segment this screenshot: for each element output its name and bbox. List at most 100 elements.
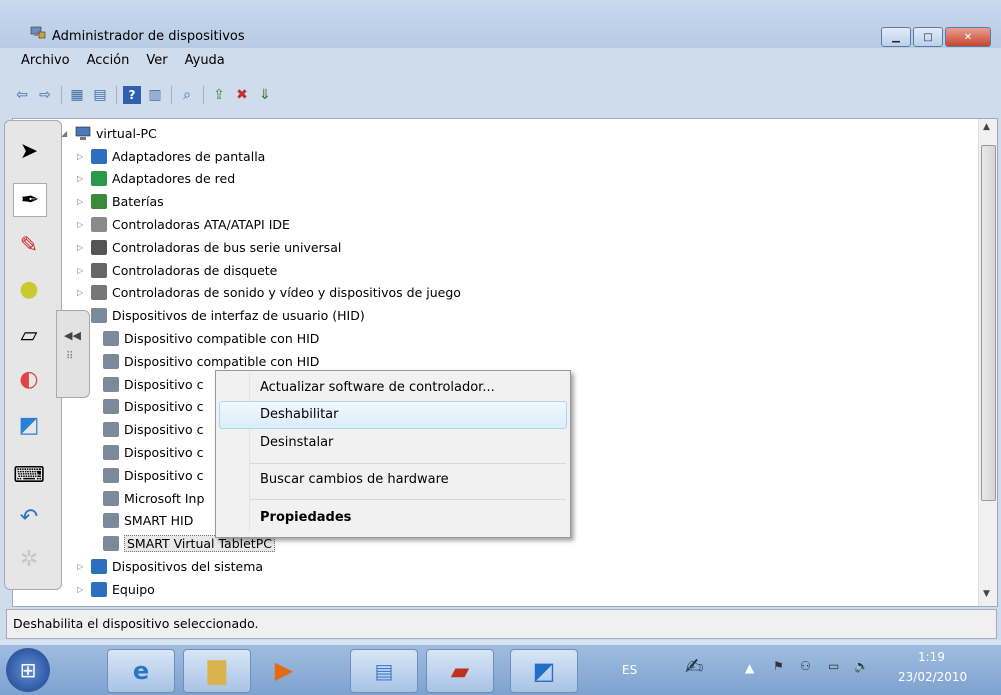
clock-time[interactable]: 1:19 — [918, 650, 945, 664]
menu-accion[interactable]: Acción — [87, 53, 130, 68]
tree-category[interactable]: ▷ Baterías — [77, 191, 164, 213]
tree-category[interactable]: ▷ Adaptadores de red — [77, 168, 235, 190]
tree-device[interactable]: Dispositivo c — [103, 396, 203, 418]
expand-arrow-icon[interactable]: ▷ — [77, 174, 87, 183]
drag-handle-icon[interactable]: ⠿ — [66, 351, 73, 362]
menu-properties[interactable]: Propiedades — [260, 510, 351, 525]
speaker-icon — [91, 285, 107, 301]
expand-arrow-icon[interactable]: ▷ — [77, 585, 87, 594]
tree-item-label: Dispositivo c — [124, 376, 204, 392]
language-indicator[interactable]: ES — [622, 663, 637, 677]
update-driver-icon[interactable]: ⇪ — [210, 86, 228, 104]
disable-device-icon[interactable]: ✖ — [233, 86, 251, 104]
menu-ver[interactable]: Ver — [146, 53, 167, 68]
device-manager-taskbar-icon[interactable]: ▰ — [426, 649, 494, 693]
expand-arrow-icon[interactable]: ▷ — [77, 152, 87, 161]
tree-category[interactable]: ▷ Equipo — [77, 578, 155, 600]
collapse-arrow-icon[interactable]: ◢ — [61, 129, 71, 138]
hid-icon — [103, 422, 119, 438]
maximize-button[interactable]: □ — [913, 27, 943, 47]
help-icon[interactable]: ? — [123, 86, 141, 104]
vertical-scrollbar[interactable]: ▲ ▼ — [978, 119, 997, 606]
show-hide-action-pane-icon[interactable]: ▥ — [146, 86, 164, 104]
tree-category[interactable]: ▷ Controladoras de disquete — [77, 259, 277, 281]
menu-ayuda[interactable]: Ayuda — [185, 53, 225, 68]
power-icon[interactable]: ▭ — [828, 659, 839, 673]
hid-icon — [103, 444, 119, 460]
tree-item-label: Dispositivos de interfaz de usuario (HID… — [112, 308, 365, 324]
expand-arrow-icon[interactable]: ▷ — [77, 197, 87, 206]
menu-uninstall[interactable]: Desinstalar — [260, 435, 333, 450]
scroll-up-icon[interactable]: ▲ — [983, 122, 990, 132]
tree-category[interactable]: ▷ Adaptadores de pantalla — [77, 145, 265, 167]
action-center-icon[interactable]: ⚑ — [773, 659, 784, 673]
expand-arrow-icon[interactable]: ▷ — [77, 220, 87, 229]
eraser-icon[interactable]: ▱ — [13, 319, 45, 351]
back-arrow-icon[interactable]: ⇦ — [13, 86, 31, 104]
tree-device[interactable]: Dispositivo compatible con HID — [103, 350, 319, 372]
show-hide-console-tree-icon[interactable]: ▦ — [68, 86, 86, 104]
menu-disable[interactable]: Deshabilitar — [260, 407, 338, 422]
volume-icon[interactable]: 🔈 — [854, 659, 869, 673]
tree-device[interactable]: Dispositivo c — [103, 464, 203, 486]
hid-icon — [103, 376, 119, 392]
magic-pen-icon[interactable]: ◐ — [13, 363, 45, 395]
tree-device[interactable]: Dispositivo c — [103, 419, 203, 441]
pen-icon[interactable]: ✒ — [13, 183, 47, 217]
tree-category[interactable]: ▷ Dispositivos del sistema — [77, 555, 263, 577]
collapse-palette-icon[interactable]: ◀◀ — [64, 329, 81, 342]
expand-arrow-icon[interactable]: ▷ — [77, 562, 87, 571]
tree-device[interactable]: Dispositivo c — [103, 441, 203, 463]
scroll-down-icon[interactable]: ▼ — [983, 589, 990, 599]
forward-arrow-icon[interactable]: ⇨ — [36, 86, 54, 104]
expand-arrow-icon[interactable]: ▷ — [77, 266, 87, 275]
undo-icon[interactable]: ↶ — [13, 501, 45, 533]
scan-hardware-icon[interactable]: ⌕ — [178, 86, 196, 104]
network-icon[interactable]: ⚇ — [800, 659, 811, 673]
show-hidden-icons-icon[interactable]: ▲ — [745, 661, 754, 675]
media-player-icon[interactable]: ▶ — [259, 649, 309, 691]
properties-icon[interactable]: ▤ — [91, 86, 109, 104]
hid-icon — [103, 353, 119, 369]
creative-pen-icon[interactable]: ✎ — [13, 229, 45, 261]
internet-explorer-icon[interactable]: e — [107, 649, 175, 693]
menu-archivo[interactable]: Archivo — [21, 53, 70, 68]
tree-category[interactable]: ▷ Controladoras de sonido y vídeo y dispo… — [77, 282, 461, 304]
highlighter-icon[interactable]: ● — [13, 273, 45, 305]
smart-notebook-icon[interactable]: ◩ — [510, 649, 578, 693]
file-explorer-icon[interactable]: ▇ — [183, 649, 251, 693]
keyboard-icon[interactable]: ⌨ — [13, 459, 45, 491]
tree-item-label: Controladoras de bus serie universal — [112, 239, 342, 255]
uninstall-device-icon[interactable]: ⇓ — [256, 86, 274, 104]
notebook-icon[interactable]: ◩ — [13, 409, 45, 441]
tree-category[interactable]: ▷ Controladoras de bus serie universal — [77, 236, 341, 258]
clock-date[interactable]: 23/02/2010 — [898, 670, 967, 684]
minimize-icon: ▁ — [892, 31, 900, 43]
windows-logo-icon: ⊞ — [19, 658, 37, 682]
tablet-input-icon[interactable]: ✍ — [685, 655, 703, 680]
computer-icon — [75, 126, 91, 140]
tree-category[interactable]: ◢Dispositivos de interfaz de usuario (HI… — [77, 305, 365, 327]
palette-side-tab[interactable]: ◀◀ ⠿ — [56, 310, 90, 398]
hid-icon — [103, 330, 119, 346]
tree-device[interactable]: SMART HID — [103, 510, 193, 532]
control-panel-icon[interactable]: ▤ — [350, 649, 418, 693]
close-button[interactable]: ✕ — [945, 27, 991, 47]
menu-scan-hardware[interactable]: Buscar cambios de hardware — [260, 472, 449, 487]
tree-device[interactable]: Dispositivo c — [103, 373, 203, 395]
select-arrow-icon[interactable]: ➤ — [13, 135, 45, 167]
start-button[interactable]: ⊞ — [6, 648, 50, 692]
title-bar[interactable]: Administrador de dispositivos ▁ □ ✕ — [0, 0, 1001, 48]
tree-device[interactable]: Dispositivo compatible con HID — [103, 327, 319, 349]
status-bar: Deshabilita el dispositivo seleccionado. — [6, 609, 997, 639]
minimize-button[interactable]: ▁ — [881, 27, 911, 47]
tree-category[interactable]: ▷ Controladoras ATA/ATAPI IDE — [77, 213, 290, 235]
settings-gear-icon[interactable]: ✲ — [13, 543, 45, 575]
scrollbar-thumb[interactable] — [981, 145, 996, 501]
menu-update-driver[interactable]: Actualizar software de controlador... — [260, 380, 495, 395]
expand-arrow-icon[interactable]: ▷ — [77, 288, 87, 297]
tree-root[interactable]: ◢ virtual-PC — [61, 122, 157, 144]
tree-device[interactable]: Microsoft Inp — [103, 487, 204, 509]
tree-item-label: Dispositivo compatible con HID — [124, 330, 320, 346]
expand-arrow-icon[interactable]: ▷ — [77, 243, 87, 252]
